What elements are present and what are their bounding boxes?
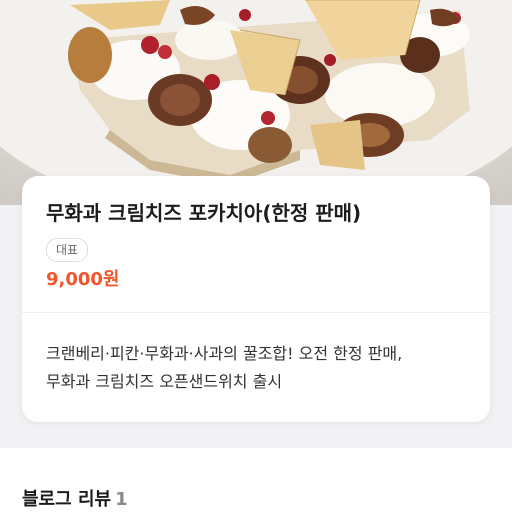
representative-badge: 대표 [46, 238, 89, 262]
card-divider [22, 312, 490, 313]
blog-review-label: 블로그 리뷰 [22, 489, 112, 510]
blog-review-title[interactable]: 블로그 리뷰 1 [22, 488, 128, 512]
description-line: 크랜베리·피칸·무화과·사과의 꿀조합! 오전 한정 판매, [46, 344, 403, 363]
blog-review-section[interactable]: 블로그 리뷰 1 [0, 448, 512, 512]
blog-review-count: 1 [115, 489, 128, 510]
product-title: 무화과 크림치즈 포카치아(한정 판매) [46, 201, 362, 225]
product-photo [0, 0, 512, 205]
focaccia-image [0, 0, 512, 205]
description-line: 무화과 크림치즈 오픈샌드위치 출시 [46, 372, 283, 391]
product-price: 9,000원 [46, 269, 120, 290]
product-card: 무화과 크림치즈 포카치아(한정 판매) 대표 9,000원 크랜베리·피칸·무… [22, 176, 490, 422]
product-description: 크랜베리·피칸·무화과·사과의 꿀조합! 오전 한정 판매, 무화과 크림치즈 … [46, 340, 476, 396]
